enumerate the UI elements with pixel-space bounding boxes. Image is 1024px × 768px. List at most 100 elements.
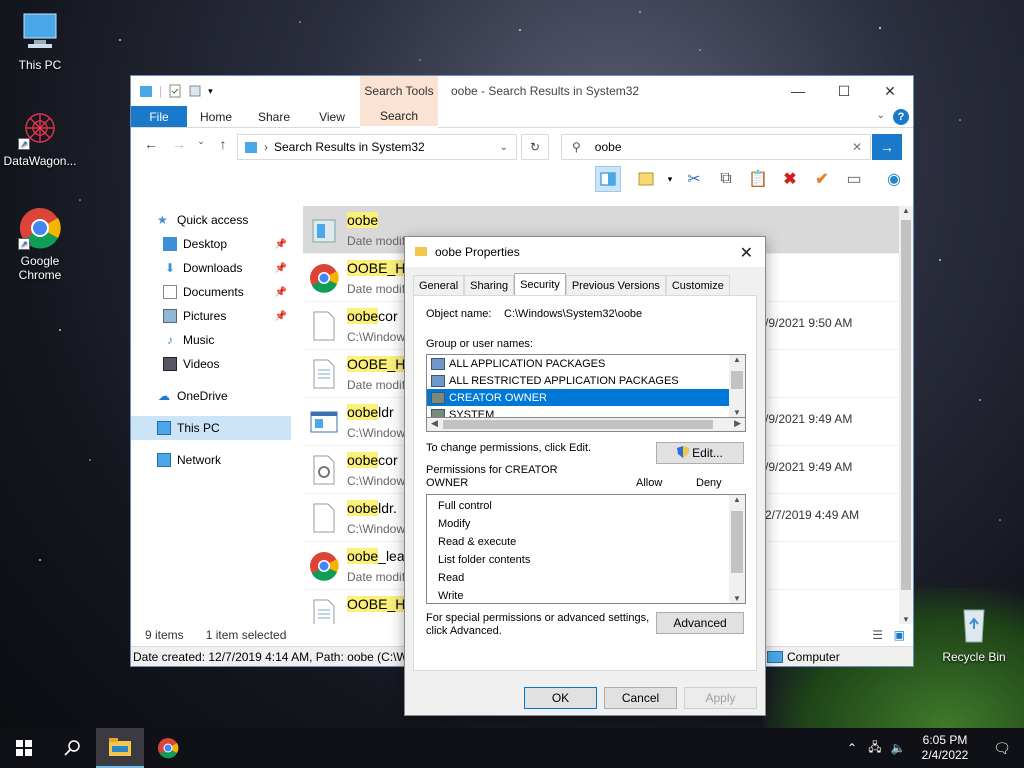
delete-icon[interactable]: ✖ xyxy=(777,166,803,192)
permissions-for-label-line2: OWNER xyxy=(426,477,468,489)
tab-file[interactable]: File xyxy=(131,106,187,127)
tab-previous-versions[interactable]: Previous Versions xyxy=(566,275,666,295)
rename-check-icon[interactable]: ✔ xyxy=(809,166,835,192)
customize-qat-chevron-icon[interactable]: ▾ xyxy=(208,86,213,97)
nav-music[interactable]: ♪Music xyxy=(131,328,291,352)
copy-icon[interactable]: ⧉ xyxy=(713,166,739,192)
address-bar[interactable]: › Search Results in System32 ⌄ xyxy=(237,134,517,160)
layout-options-icon[interactable] xyxy=(633,166,659,192)
address-dropdown-chevron-icon[interactable]: ⌄ xyxy=(500,142,508,153)
desktop-icon-google-chrome[interactable]: ↗ Google Chrome xyxy=(0,206,80,282)
close-button[interactable]: ✕ xyxy=(867,76,913,106)
nav-this-pc[interactable]: This PC xyxy=(131,416,291,440)
cut-icon[interactable]: ✂ xyxy=(681,166,707,192)
search-box[interactable]: ⚲ oobe ✕ xyxy=(561,134,871,160)
nav-videos[interactable]: Videos xyxy=(131,352,291,376)
maximize-button[interactable]: ☐ xyxy=(821,76,867,106)
advanced-button[interactable]: Advanced xyxy=(656,612,744,634)
minimize-button[interactable]: — xyxy=(775,76,821,106)
recycle-bin-icon xyxy=(952,602,996,646)
group-list-item[interactable]: ALL APPLICATION PACKAGES xyxy=(427,355,729,372)
edit-button[interactable]: Edit... xyxy=(656,442,744,464)
new-folder-qat-icon[interactable] xyxy=(188,84,202,98)
search-input[interactable]: oobe xyxy=(595,140,622,154)
network-status-icon[interactable]: 🖧 xyxy=(864,738,886,759)
tab-customize[interactable]: Customize xyxy=(666,275,730,295)
group-list-hscrollbar[interactable]: ◀ ▶ xyxy=(426,418,746,432)
scroll-left-icon[interactable]: ◀ xyxy=(431,418,438,429)
tab-search[interactable]: Search xyxy=(360,106,438,128)
command-toolbar: ▾ ✂ ⧉ 📋 ✖ ✔ ▭ ◉ xyxy=(131,164,913,194)
apply-button[interactable]: Apply xyxy=(684,687,757,709)
recent-locations-chevron-icon[interactable]: ⌄ xyxy=(189,136,213,147)
address-text: Search Results in System32 xyxy=(274,140,425,154)
nav-network[interactable]: Network xyxy=(131,448,291,472)
show-hidden-icons-chevron-icon[interactable]: ⌃ xyxy=(840,741,864,755)
taskbar-clock[interactable]: 6:05 PM 2/4/2022 xyxy=(910,733,980,763)
permission-row: Full control xyxy=(438,500,492,512)
file-subtext: Date modif xyxy=(347,378,405,392)
nav-pictures[interactable]: Pictures📌 xyxy=(131,304,291,328)
group-list-scrollbar[interactable]: ▲ ▼ xyxy=(729,355,745,417)
nav-documents[interactable]: Documents📌 xyxy=(131,280,291,304)
ok-button[interactable]: OK xyxy=(524,687,597,709)
nav-downloads[interactable]: ⬇Downloads📌 xyxy=(131,256,291,280)
volume-muted-icon[interactable]: 🔈 xyxy=(886,741,910,755)
tab-home[interactable]: Home xyxy=(187,106,245,127)
properties-card-icon[interactable]: ▭ xyxy=(841,166,867,192)
properties-qat-icon[interactable] xyxy=(168,84,182,98)
large-icons-view-icon[interactable]: ▣ xyxy=(894,628,905,642)
results-scrollbar[interactable]: ▲ ▼ xyxy=(899,206,913,624)
scroll-thumb[interactable] xyxy=(443,420,713,429)
scroll-up-icon[interactable]: ▲ xyxy=(729,495,745,504)
scroll-thumb[interactable] xyxy=(731,511,743,573)
notification-center-icon[interactable]: 🗨 xyxy=(980,740,1024,757)
scroll-down-icon[interactable]: ▼ xyxy=(729,408,745,417)
group-list-item[interactable]: ALL RESTRICTED APPLICATION PACKAGES xyxy=(427,372,729,389)
scroll-up-icon[interactable]: ▲ xyxy=(729,355,745,364)
tab-sharing[interactable]: Sharing xyxy=(464,275,514,295)
tab-general[interactable]: General xyxy=(413,275,464,295)
nav-onedrive[interactable]: ☁OneDrive xyxy=(131,384,291,408)
scroll-up-icon[interactable]: ▲ xyxy=(899,206,913,215)
help-icon[interactable]: ? xyxy=(893,109,909,125)
tab-view[interactable]: View xyxy=(303,106,361,127)
forward-arrow-icon[interactable]: → xyxy=(167,136,191,152)
desktop-icon-recycle-bin[interactable]: Recycle Bin xyxy=(934,602,1014,664)
monitor-icon xyxy=(18,10,62,54)
preview-pane-icon[interactable] xyxy=(595,166,621,192)
layout-dropdown-chevron-icon[interactable]: ▾ xyxy=(657,166,683,192)
back-arrow-icon[interactable]: ← xyxy=(139,136,163,152)
cancel-button[interactable]: Cancel xyxy=(604,687,677,709)
details-view-icon[interactable]: ☰ xyxy=(872,628,883,642)
scroll-down-icon[interactable]: ▼ xyxy=(729,594,745,603)
start-button[interactable] xyxy=(0,728,48,768)
taskbar-file-explorer[interactable] xyxy=(96,728,144,768)
desktop-icon-datawagon[interactable]: ↗ DataWagon... xyxy=(0,106,80,168)
desktop-icon-this-pc[interactable]: This PC xyxy=(0,10,80,72)
taskbar-search-button[interactable] xyxy=(48,728,96,768)
tab-share[interactable]: Share xyxy=(245,106,303,127)
dialog-close-button[interactable]: ✕ xyxy=(740,243,753,263)
scroll-down-icon[interactable]: ▼ xyxy=(899,615,913,624)
nav-desktop[interactable]: Desktop📌 xyxy=(131,232,291,256)
group-list-item[interactable]: CREATOR OWNER xyxy=(427,389,729,406)
group-list-item[interactable]: SYSTEM xyxy=(427,406,729,418)
clear-search-icon[interactable]: ✕ xyxy=(852,140,862,154)
search-go-button[interactable]: → xyxy=(872,134,902,160)
address-row: ← → ⌄ ↑ › Search Results in System32 ⌄ ↻… xyxy=(131,128,913,164)
scroll-thumb[interactable] xyxy=(731,371,743,389)
scroll-right-icon[interactable]: ▶ xyxy=(734,418,741,429)
refresh-button[interactable]: ↻ xyxy=(521,134,549,160)
item-count: 9 items xyxy=(145,628,184,642)
paste-icon[interactable]: 📋 xyxy=(745,166,771,192)
globe-icon[interactable]: ◉ xyxy=(881,166,907,192)
nav-quick-access[interactable]: ★Quick access xyxy=(131,208,291,232)
up-arrow-icon[interactable]: ↑ xyxy=(211,136,235,152)
taskbar-chrome[interactable] xyxy=(144,728,192,768)
scroll-thumb[interactable] xyxy=(901,220,911,590)
expand-ribbon-chevron-icon[interactable]: ⌄ xyxy=(877,110,885,121)
permissions-scrollbar[interactable]: ▲ ▼ xyxy=(729,495,745,603)
file-subtext: C:\Window xyxy=(347,426,405,440)
tab-security[interactable]: Security xyxy=(514,273,566,295)
